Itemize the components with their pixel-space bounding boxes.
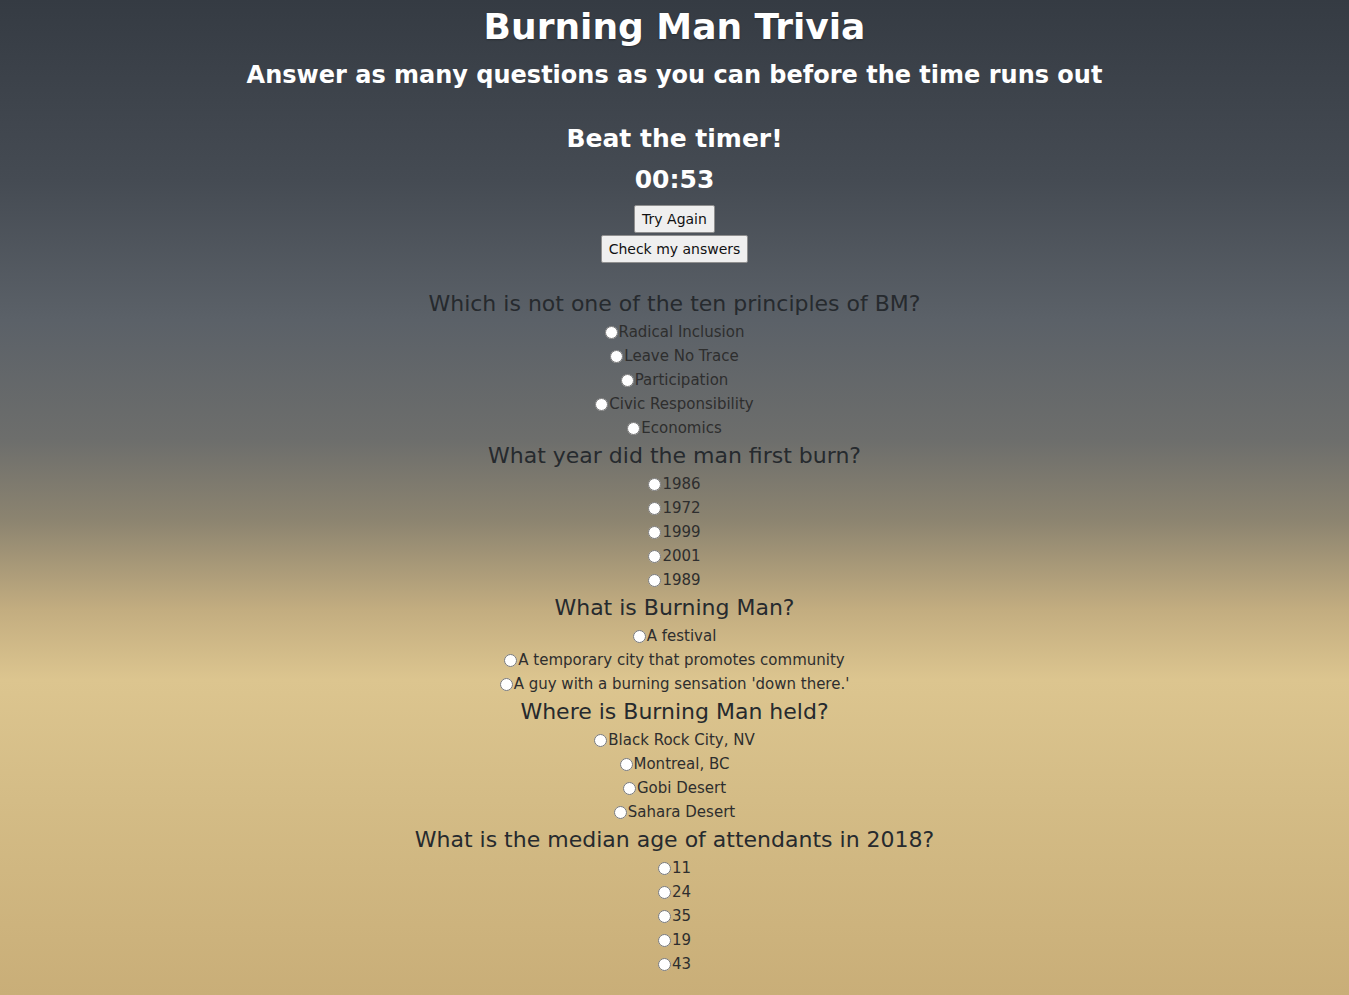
answer-option[interactable]: 1989: [648, 568, 700, 592]
page-title: Burning Man Trivia: [484, 4, 866, 50]
radio-button[interactable]: [658, 934, 671, 947]
radio-button[interactable]: [614, 806, 627, 819]
radio-button[interactable]: [504, 654, 517, 667]
radio-button[interactable]: [648, 550, 661, 563]
option-label: A temporary city that promotes community: [518, 651, 844, 669]
option-label: 2001: [662, 547, 700, 565]
option-label: Gobi Desert: [637, 779, 726, 797]
option-label: 1986: [662, 475, 700, 493]
answer-option[interactable]: Civic Responsibility: [595, 392, 753, 416]
question-text: What is the median age of attendants in …: [415, 824, 935, 856]
timer: 00:53: [635, 164, 715, 196]
answer-option[interactable]: Gobi Desert: [623, 776, 726, 800]
answer-option[interactable]: Economics: [627, 416, 721, 440]
option-label: A festival: [647, 627, 717, 645]
radio-button[interactable]: [621, 374, 634, 387]
question-text: Which is not one of the ten principles o…: [428, 288, 920, 320]
trivia-page: Burning Man Trivia Answer as many questio…: [0, 0, 1349, 995]
background-photo: Burning Man Trivia Answer as many questio…: [0, 0, 1349, 995]
option-label: 19: [672, 931, 691, 949]
option-label: Participation: [635, 371, 729, 389]
radio-button[interactable]: [594, 734, 607, 747]
question-text: Where is Burning Man held?: [520, 696, 828, 728]
answer-option[interactable]: A guy with a burning sensation 'down the…: [500, 672, 850, 696]
question: What year did the man first burn? 1986 197…: [488, 440, 861, 592]
question: Which is not one of the ten principles o…: [428, 288, 920, 440]
radio-button[interactable]: [627, 422, 640, 435]
answer-option[interactable]: 35: [658, 904, 691, 928]
option-label: Civic Responsibility: [609, 395, 753, 413]
radio-button[interactable]: [605, 326, 618, 339]
option-label: Sahara Desert: [628, 803, 735, 821]
answer-option[interactable]: 2001: [648, 544, 700, 568]
radio-button[interactable]: [658, 886, 671, 899]
answer-option[interactable]: Black Rock City, NV: [594, 728, 754, 752]
button-group: Try AgainCheck my answers: [601, 205, 749, 263]
radio-button[interactable]: [658, 910, 671, 923]
option-label: Montreal, BC: [634, 755, 730, 773]
radio-button[interactable]: [648, 526, 661, 539]
option-label: 43: [672, 955, 691, 973]
question: What is Burning Man? A festival A temporar…: [500, 592, 850, 696]
option-label: Radical Inclusion: [619, 323, 745, 341]
answer-option[interactable]: A festival: [633, 624, 717, 648]
answer-option[interactable]: A temporary city that promotes community: [504, 648, 844, 672]
action-button[interactable]: Try Again: [634, 205, 715, 233]
option-label: 1972: [662, 499, 700, 517]
option-label: 11: [672, 859, 691, 877]
answer-option[interactable]: Sahara Desert: [614, 800, 735, 824]
option-label: Leave No Trace: [624, 347, 738, 365]
question-list: Which is not one of the ten principles o…: [415, 288, 935, 976]
option-label: A guy with a burning sensation 'down the…: [514, 675, 850, 693]
radio-button[interactable]: [595, 398, 608, 411]
radio-button[interactable]: [610, 350, 623, 363]
question: What is the median age of attendants in …: [415, 824, 935, 976]
answer-option[interactable]: Radical Inclusion: [605, 320, 745, 344]
radio-button[interactable]: [620, 758, 633, 771]
answer-option[interactable]: 1986: [648, 472, 700, 496]
page-subtitle: Answer as many questions as you can befo…: [247, 59, 1103, 91]
answer-option[interactable]: Montreal, BC: [620, 752, 730, 776]
radio-button[interactable]: [633, 630, 646, 643]
answer-option[interactable]: 1999: [648, 520, 700, 544]
radio-button[interactable]: [658, 862, 671, 875]
question-text: What is Burning Man?: [554, 592, 794, 624]
option-label: 24: [672, 883, 691, 901]
question: Where is Burning Man held? Black Rock Cit…: [520, 696, 828, 824]
option-label: Black Rock City, NV: [608, 731, 754, 749]
option-label: Economics: [641, 419, 721, 437]
answer-option[interactable]: Leave No Trace: [610, 344, 738, 368]
radio-button[interactable]: [648, 478, 661, 491]
option-label: 1989: [662, 571, 700, 589]
timer-label: Beat the timer!: [566, 123, 782, 155]
answer-option[interactable]: 11: [658, 856, 691, 880]
radio-button[interactable]: [648, 574, 661, 587]
question-text: What year did the man first burn?: [488, 440, 861, 472]
radio-button[interactable]: [648, 502, 661, 515]
answer-option[interactable]: 24: [658, 880, 691, 904]
radio-button[interactable]: [500, 678, 513, 691]
option-label: 1999: [662, 523, 700, 541]
answer-option[interactable]: 1972: [648, 496, 700, 520]
radio-button[interactable]: [623, 782, 636, 795]
radio-button[interactable]: [658, 958, 671, 971]
answer-option[interactable]: 43: [658, 952, 691, 976]
answer-option[interactable]: 19: [658, 928, 691, 952]
option-label: 35: [672, 907, 691, 925]
answer-option[interactable]: Participation: [621, 368, 729, 392]
action-button[interactable]: Check my answers: [601, 235, 749, 263]
